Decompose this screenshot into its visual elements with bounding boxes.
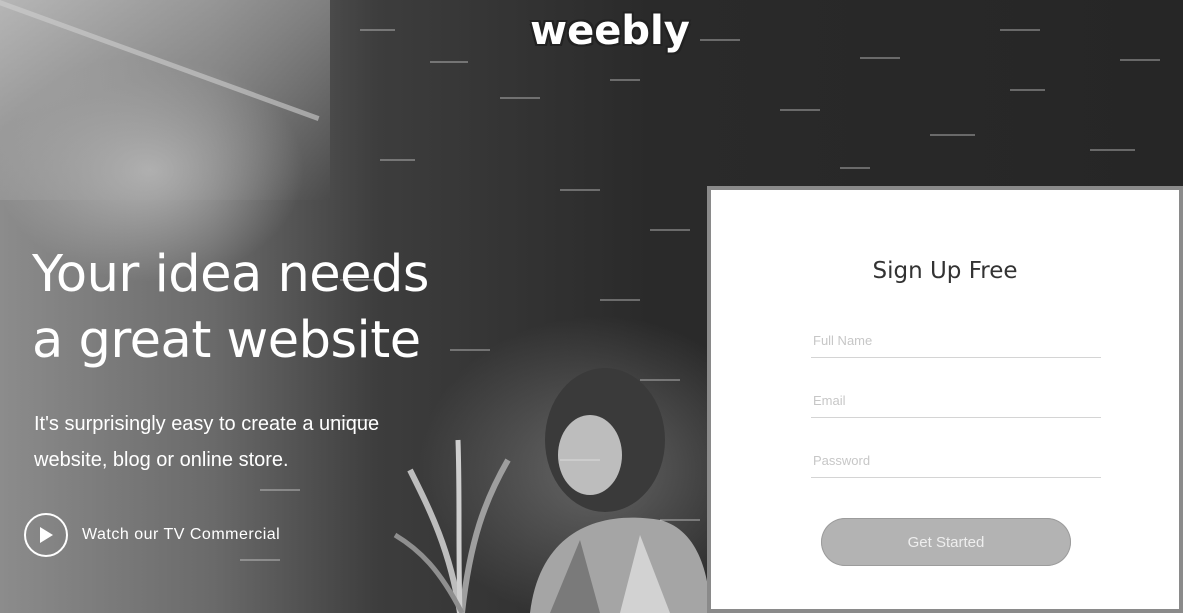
get-started-button[interactable]: Get Started [821,518,1071,566]
signup-form: Sign Up Free Get Started [723,202,1167,609]
password-input[interactable] [811,444,1101,478]
password-field [811,444,1101,478]
window-light [0,0,330,200]
hero-subhead: It's surprisingly easy to create a uniqu… [34,406,554,478]
watch-commercial-label[interactable]: Watch our TV Commercial [82,526,280,544]
subhead-line-2: website, blog or online store. [34,449,289,471]
full-name-input[interactable] [811,324,1101,358]
person-illustration [530,368,710,613]
email-field [811,384,1101,418]
email-input[interactable] [811,384,1101,418]
signup-title: Sign Up Free [872,258,1018,284]
signup-panel: Sign Up Free Get Started [707,186,1183,613]
watch-commercial-link[interactable]: Watch our TV Commercial [24,510,280,560]
subhead-line-1: It's surprisingly easy to create a uniqu… [34,413,380,435]
hero-headline: Your idea needs a great website [32,242,430,374]
headline-line-2: a great website [32,311,421,370]
headline-line-1: Your idea needs [32,245,430,304]
weebly-logo[interactable]: weebly [520,8,700,54]
play-button[interactable] [24,513,68,557]
play-icon [40,527,53,543]
full-name-field [811,324,1101,358]
